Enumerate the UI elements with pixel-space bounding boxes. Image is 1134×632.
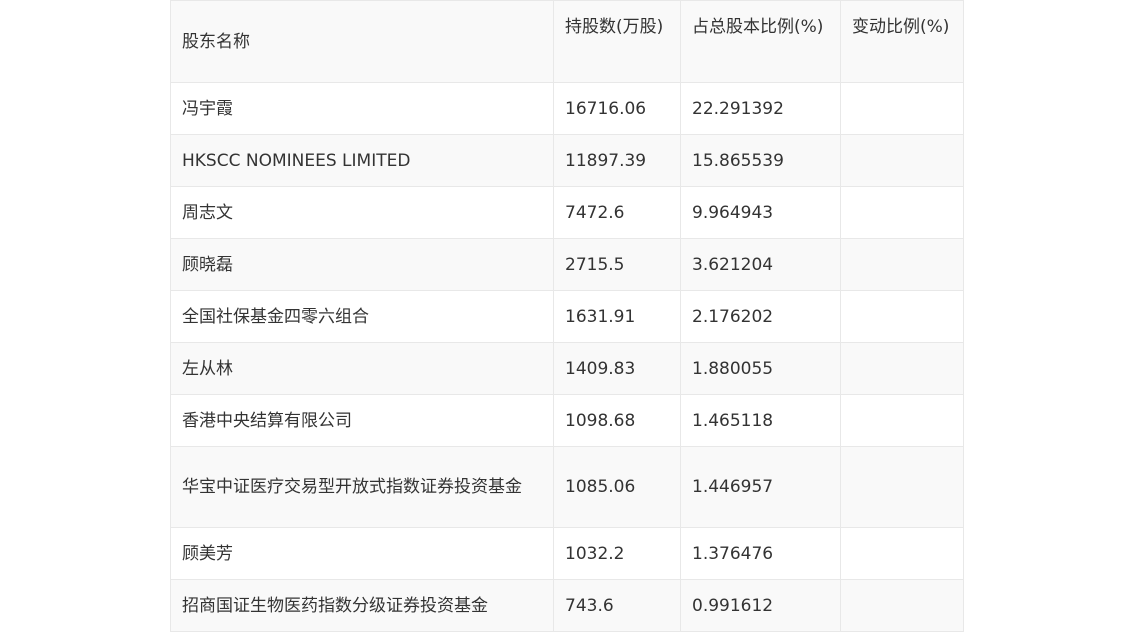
shareholder-name: 冯宇霞 — [170, 82, 554, 135]
table-row: 招商国证生物医药指数分级证券投资基金 743.6 0.991612 — [170, 579, 964, 632]
ratio-value: 15.865539 — [680, 134, 841, 187]
table-row: HKSCC NOMINEES LIMITED 11897.39 15.86553… — [170, 134, 964, 187]
ratio-value: 2.176202 — [680, 290, 841, 343]
shareholder-table: 股东名称 持股数(万股) 占总股本比例(%) 变动比例(%) 冯宇霞 16716… — [170, 0, 964, 632]
shareholder-name: HKSCC NOMINEES LIMITED — [170, 134, 554, 187]
shareholder-name: 顾晓磊 — [170, 238, 554, 291]
shares-value: 1409.83 — [553, 342, 681, 395]
shareholder-name: 招商国证生物医药指数分级证券投资基金 — [170, 579, 554, 632]
table-row: 左从林 1409.83 1.880055 — [170, 342, 964, 395]
table-row: 香港中央结算有限公司 1098.68 1.465118 — [170, 394, 964, 447]
ratio-value: 1.465118 — [680, 394, 841, 447]
change-value — [840, 238, 964, 291]
shares-value: 1085.06 — [553, 446, 681, 528]
table-row: 周志文 7472.6 9.964943 — [170, 186, 964, 239]
shares-value: 1098.68 — [553, 394, 681, 447]
shares-value: 1631.91 — [553, 290, 681, 343]
change-value — [840, 527, 964, 580]
change-value — [840, 446, 964, 528]
table-row: 华宝中证医疗交易型开放式指数证券投资基金 1085.06 1.446957 — [170, 446, 964, 528]
ratio-value: 9.964943 — [680, 186, 841, 239]
shares-value: 2715.5 — [553, 238, 681, 291]
shares-value: 1032.2 — [553, 527, 681, 580]
ratio-value: 1.376476 — [680, 527, 841, 580]
shares-value: 7472.6 — [553, 186, 681, 239]
header-shares: 持股数(万股) — [553, 0, 681, 83]
change-value — [840, 342, 964, 395]
ratio-value: 0.991612 — [680, 579, 841, 632]
shareholder-name: 左从林 — [170, 342, 554, 395]
header-row: 股东名称 持股数(万股) 占总股本比例(%) 变动比例(%) — [170, 0, 964, 83]
shareholder-name: 香港中央结算有限公司 — [170, 394, 554, 447]
table-row: 冯宇霞 16716.06 22.291392 — [170, 82, 964, 135]
shareholder-name: 周志文 — [170, 186, 554, 239]
change-value — [840, 290, 964, 343]
change-value — [840, 579, 964, 632]
header-share-ratio: 占总股本比例(%) — [680, 0, 841, 83]
ratio-value: 3.621204 — [680, 238, 841, 291]
table-row: 顾晓磊 2715.5 3.621204 — [170, 238, 964, 291]
change-value — [840, 186, 964, 239]
ratio-value: 22.291392 — [680, 82, 841, 135]
change-value — [840, 82, 964, 135]
shareholder-name: 华宝中证医疗交易型开放式指数证券投资基金 — [170, 446, 554, 528]
shares-value: 743.6 — [553, 579, 681, 632]
header-change-ratio: 变动比例(%) — [840, 0, 964, 83]
table-header: 股东名称 持股数(万股) 占总股本比例(%) 变动比例(%) — [170, 0, 964, 83]
shares-value: 16716.06 — [553, 82, 681, 135]
shares-value: 11897.39 — [553, 134, 681, 187]
shareholder-name: 顾美芳 — [170, 527, 554, 580]
table-body: 冯宇霞 16716.06 22.291392 HKSCC NOMINEES LI… — [170, 82, 964, 632]
table-row: 顾美芳 1032.2 1.376476 — [170, 527, 964, 580]
change-value — [840, 134, 964, 187]
change-value — [840, 394, 964, 447]
table-row: 全国社保基金四零六组合 1631.91 2.176202 — [170, 290, 964, 343]
ratio-value: 1.446957 — [680, 446, 841, 528]
shareholder-table-container: 股东名称 持股数(万股) 占总股本比例(%) 变动比例(%) 冯宇霞 16716… — [170, 0, 964, 632]
header-shareholder-name: 股东名称 — [170, 0, 554, 83]
ratio-value: 1.880055 — [680, 342, 841, 395]
shareholder-name: 全国社保基金四零六组合 — [170, 290, 554, 343]
